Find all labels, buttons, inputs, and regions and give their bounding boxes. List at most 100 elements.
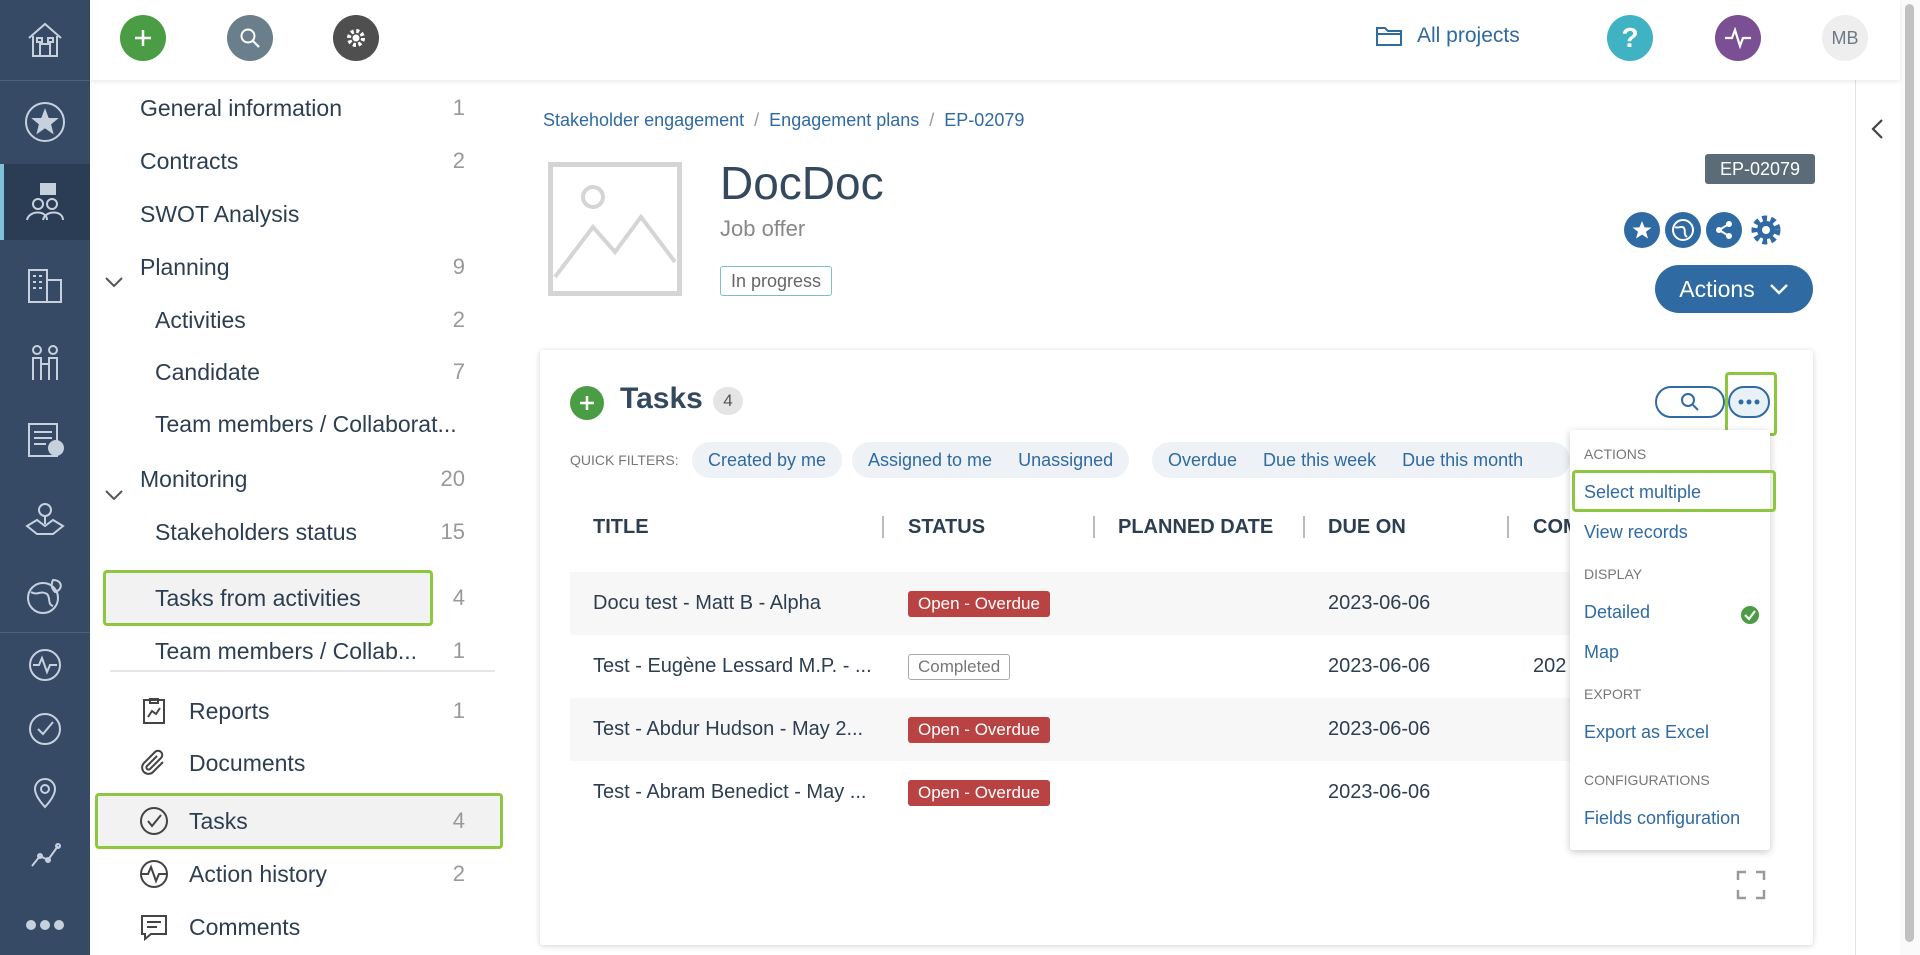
breadcrumb-separator: / [929,110,935,130]
nav-general-information[interactable]: General information 1 [140,92,465,124]
quick-filter-overdue[interactable]: Overdue [1168,450,1237,471]
globe-button[interactable] [1665,212,1701,248]
nav-swot-analysis[interactable]: SWOT Analysis [140,198,465,230]
map-icon[interactable] [0,482,90,554]
chevron-left-icon[interactable] [1870,118,1884,140]
home-icon[interactable] [0,0,90,80]
quick-filter-unassigned[interactable]: Unassigned [1018,450,1113,471]
task-title[interactable]: Test - Abdur Hudson - May 2... [593,718,863,741]
task-title[interactable]: Test - Eugène Lessard M.P. - ... [593,655,872,678]
table-row[interactable]: Test - Abram Benedict - May ... Open - O… [570,761,1570,824]
activity-icon[interactable] [0,640,90,690]
menu-fields-configuration[interactable]: Fields configuration [1584,808,1740,829]
image-placeholder-icon[interactable] [548,162,682,296]
expand-icon[interactable] [1736,870,1766,900]
checklist-icon[interactable] [0,404,90,476]
nav-activities[interactable]: Activities 2 [155,304,465,336]
avatar-initials: MB [1831,27,1859,48]
column-header-planned-date[interactable]: PLANNED DATE [1118,516,1273,539]
nav-action-history[interactable]: Action history 2 [189,858,465,890]
quick-filter-group: Assigned to me Unassigned [852,442,1130,478]
nav-count: 4 [452,585,465,610]
globe-leaf-icon[interactable] [0,560,90,632]
nav-label: Candidate [155,358,260,385]
buildings-icon[interactable] [0,248,90,320]
quick-filter-due-this-week[interactable]: Due this week [1263,450,1376,471]
nav-contracts[interactable]: Contracts 2 [140,145,465,177]
nav-count: 1 [452,638,465,663]
column-divider[interactable] [1303,516,1305,538]
right-panel-collapsed [1855,80,1900,955]
column-header-due-on[interactable]: DUE ON [1328,516,1406,539]
folder-icon [1376,27,1402,46]
column-header-title[interactable]: TITLE [593,516,649,539]
task-title[interactable]: Test - Abram Benedict - May ... [593,781,866,804]
quick-filter-due-this-month[interactable]: Due this month [1402,450,1523,471]
column-header-completed[interactable]: COM [1533,516,1570,539]
table-row[interactable]: Test - Abdur Hudson - May 2... Open - Ov… [570,698,1570,761]
star-icon[interactable] [0,86,90,158]
nav-planning[interactable]: Planning 9 [140,251,465,283]
comment-icon [138,911,170,943]
nav-tasks[interactable]: Tasks 4 [189,805,465,837]
table-row[interactable]: Docu test - Matt B - Alpha Open - Overdu… [570,572,1570,635]
favorite-button[interactable] [1624,212,1660,248]
tasks-search-button[interactable] [1655,386,1725,418]
people-icon[interactable] [0,326,90,398]
settings-button[interactable] [333,15,379,61]
chevron-down-icon[interactable] [104,489,124,501]
menu-view-records[interactable]: View records [1584,522,1688,543]
quick-filter-created-by-me[interactable]: Created by me [708,450,826,471]
add-button[interactable] [120,15,166,61]
scrollbar-thumb[interactable] [1905,4,1914,942]
nav-count: 15 [440,519,465,544]
user-avatar[interactable]: MB [1822,15,1868,61]
table-row[interactable]: Test - Eugène Lessard M.P. - ... Complet… [570,635,1570,698]
status-badge: Completed [908,654,1011,680]
nav-count: 2 [452,148,465,173]
graph-icon[interactable] [0,830,90,880]
menu-display-map[interactable]: Map [1584,642,1619,663]
column-divider[interactable] [882,516,884,538]
menu-display-detailed[interactable]: Detailed [1584,602,1650,623]
nav-tasks-from-activities[interactable]: Tasks from activities 4 [155,582,465,614]
menu-export-excel[interactable]: Export as Excel [1584,722,1709,743]
nav-monitoring[interactable]: Monitoring 20 [140,463,465,495]
nav-team-members-collaborators[interactable]: Team members / Collaborat... [155,408,465,440]
column-header-status[interactable]: STATUS [908,516,985,539]
column-divider[interactable] [1507,516,1509,538]
nav-documents[interactable]: Documents [189,747,465,779]
page-subtitle: Job offer [720,216,806,241]
help-button[interactable]: ? [1607,15,1653,61]
breadcrumb-item[interactable]: EP-02079 [944,110,1024,131]
activity-feed-button[interactable] [1715,15,1761,61]
search-icon [1681,393,1699,411]
share-button[interactable] [1706,212,1742,248]
quick-filter-assigned-to-me[interactable]: Assigned to me [868,450,992,471]
chevron-down-icon[interactable] [104,276,124,288]
actions-button[interactable]: Actions [1655,265,1813,313]
nav-candidate[interactable]: Candidate 7 [155,356,465,388]
task-title[interactable]: Docu test - Matt B - Alpha [593,592,821,615]
all-projects-link[interactable]: All projects [1375,24,1520,48]
menu-section-configurations: CONFIGURATIONS [1584,772,1710,788]
nav-team-members-collab[interactable]: Team members / Collab... 1 [155,635,465,667]
share-icon [1716,221,1732,239]
add-task-button[interactable] [570,386,604,420]
page-scrollbar[interactable] [1900,0,1920,955]
record-settings-button[interactable] [1748,212,1784,248]
nav-reports[interactable]: Reports 1 [189,695,465,727]
search-button[interactable] [227,15,273,61]
breadcrumb-item[interactable]: Stakeholder engagement [543,110,744,131]
column-divider[interactable] [1093,516,1095,538]
globe-icon [1672,219,1694,241]
nav-stakeholders-status[interactable]: Stakeholders status 15 [155,516,465,548]
nav-comments[interactable]: Comments [189,911,465,943]
stakeholders-icon[interactable] [0,164,90,240]
breadcrumb-item[interactable]: Engagement plans [769,110,919,131]
nav-label: Planning [140,253,230,280]
check-circle-icon[interactable] [0,704,90,754]
more-icon[interactable] [0,900,90,950]
due-date: 2023-06-06 [1328,592,1431,614]
location-icon[interactable] [0,768,90,818]
